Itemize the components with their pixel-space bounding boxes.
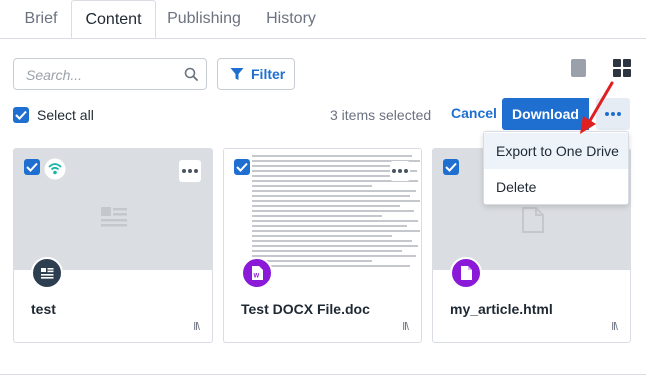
menu-item-export-onedrive[interactable]: Export to One Drive — [484, 133, 628, 169]
list-view-icon[interactable] — [571, 59, 586, 77]
checkmark-icon — [236, 162, 248, 172]
checkmark-icon — [15, 110, 27, 120]
card-menu-button[interactable] — [179, 160, 201, 182]
select-all-label[interactable]: Select all — [37, 107, 94, 123]
search-input[interactable] — [14, 59, 188, 91]
checkmark-icon — [445, 162, 457, 172]
content-card[interactable]: W Test DOCX File.doc ǀǀ\ — [223, 148, 422, 343]
divider — [0, 374, 646, 375]
tab-brief[interactable]: Brief — [11, 0, 71, 38]
article-icon — [31, 257, 63, 289]
library-icon: ǀǀ\ — [402, 321, 409, 333]
tab-history[interactable]: History — [252, 0, 330, 38]
card-menu-button[interactable] — [390, 161, 410, 181]
grid-view-icon[interactable] — [613, 59, 631, 77]
content-card[interactable]: test ǀǀ\ — [13, 148, 213, 343]
word-doc-icon: W — [241, 257, 273, 289]
tab-content[interactable]: Content — [71, 0, 156, 38]
annotation-arrow-icon — [580, 81, 614, 134]
svg-text:W: W — [254, 274, 260, 280]
card-checkbox[interactable] — [443, 159, 459, 175]
search-box — [13, 58, 207, 91]
tab-publishing[interactable]: Publishing — [156, 0, 252, 38]
selected-count: 3 items selected — [330, 107, 432, 123]
card-checkbox[interactable] — [24, 159, 40, 175]
menu-item-delete[interactable]: Delete — [484, 169, 628, 205]
file-placeholder-icon — [522, 207, 544, 238]
filter-button[interactable]: Filter — [217, 58, 295, 90]
article-placeholder-icon — [101, 207, 127, 234]
library-icon: ǀǀ\ — [193, 321, 200, 333]
filter-icon — [230, 67, 244, 84]
card-checkbox[interactable] — [234, 159, 250, 175]
cancel-button[interactable]: Cancel — [451, 105, 497, 121]
card-title[interactable]: test — [31, 301, 56, 317]
wifi-icon — [44, 158, 66, 185]
more-actions-menu: Export to One Drive Delete — [483, 131, 629, 205]
tab-bar: Brief Content Publishing History — [0, 0, 646, 39]
search-icon[interactable] — [184, 67, 198, 86]
filter-label: Filter — [251, 66, 286, 82]
select-all-checkbox[interactable] — [13, 107, 29, 123]
html-doc-icon — [450, 257, 482, 289]
card-title[interactable]: Test DOCX File.doc — [241, 301, 370, 317]
card-title[interactable]: my_article.html — [450, 301, 553, 317]
checkmark-icon — [26, 162, 38, 172]
library-icon: ǀǀ\ — [611, 321, 618, 333]
